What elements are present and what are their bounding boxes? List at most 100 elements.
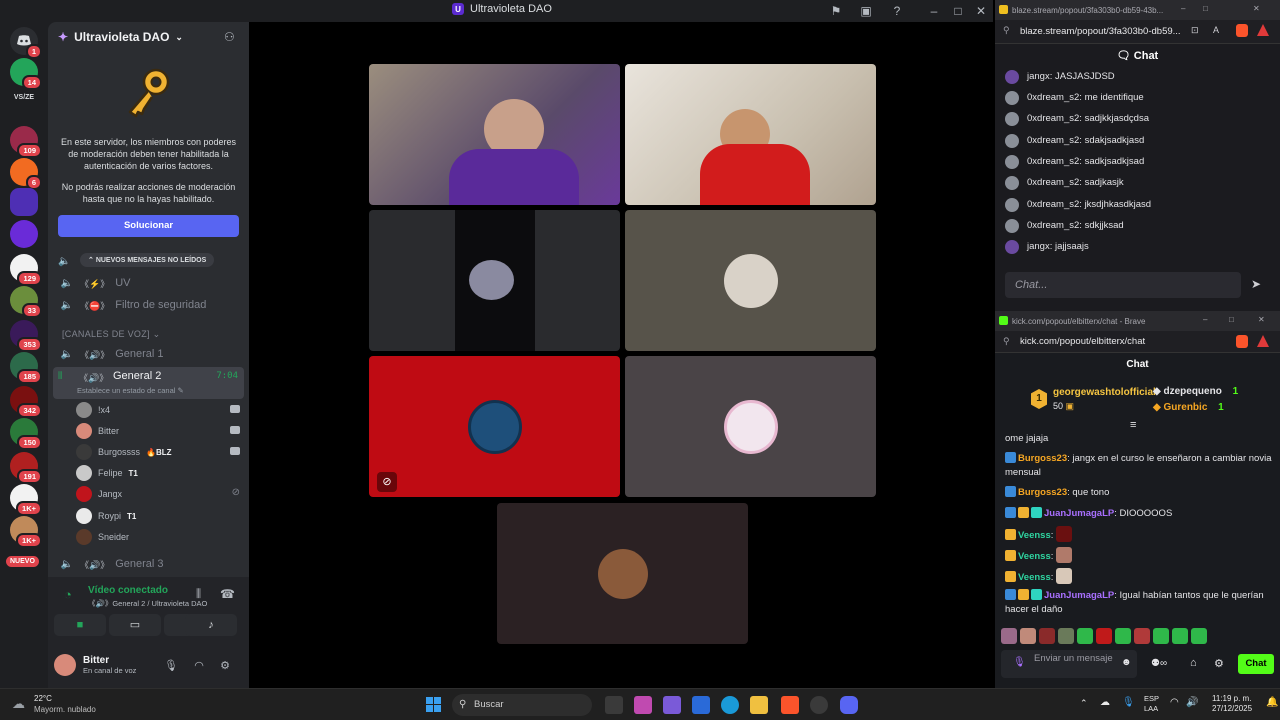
chat-username[interactable]: 0xdream_s2 (1027, 220, 1079, 231)
chat-username[interactable]: Veenss (1018, 551, 1051, 562)
gifter-name[interactable]: dzepequeno (1163, 386, 1221, 397)
video-tile[interactable] (369, 64, 620, 205)
maximize-icon[interactable]: □ (1229, 315, 1234, 324)
app-icon[interactable] (810, 696, 828, 714)
emote-icon[interactable] (1001, 628, 1017, 644)
settings-gear-icon[interactable]: ⚙ (218, 659, 232, 673)
chat-input[interactable]: 🎙 Enviar un mensaje ☻ (1001, 650, 1137, 678)
close-icon[interactable]: ✕ (1258, 315, 1265, 324)
store-app-icon[interactable] (692, 696, 710, 714)
user-panel[interactable]: Bitter En canal de voz (54, 649, 244, 681)
server-icon[interactable]: 185 (10, 352, 42, 384)
discord-home-icon[interactable]: 1 (10, 27, 42, 59)
weather-temp[interactable]: 22°C (34, 694, 52, 703)
share-icon[interactable]: ⊡ (1191, 25, 1199, 36)
language-layout[interactable]: LAA (1144, 704, 1158, 713)
file-explorer-icon[interactable] (750, 696, 768, 714)
clock-date[interactable]: 27/12/2025 (1212, 704, 1252, 713)
maximize-icon[interactable]: □ (1203, 4, 1208, 13)
tray-icon[interactable]: ☁ (1100, 697, 1110, 708)
voice-category[interactable]: [CANALES DE VOZ] ⌄ (62, 329, 160, 340)
headphones-icon[interactable]: ◠ (192, 659, 206, 673)
unread-messages-pill[interactable]: ⌃ NUEVOS MENSAJES NO LEÍDOS (80, 253, 215, 267)
address-bar[interactable]: ⚲ kick.com/popout/elbitterx/chat (995, 331, 1280, 353)
address-bar[interactable]: ⚲ blaze.stream/popout/3fa303b0-db59... ⊡… (995, 20, 1280, 44)
server-icon[interactable]: 6 (10, 158, 42, 190)
maximize-icon[interactable]: □ (950, 3, 966, 19)
server-icon[interactable]: 191 (10, 452, 42, 484)
brave-rewards-icon[interactable] (1257, 24, 1269, 36)
server-icon[interactable]: 150 (10, 418, 42, 450)
voice-channel-general-2[interactable]: ⫴ 《🔊》 General 2 7:04 Establece un estado… (53, 367, 244, 399)
server-icon[interactable]: 129 (10, 254, 42, 286)
voice-member[interactable]: Roypi T1 (76, 506, 240, 526)
video-tile[interactable] (625, 356, 876, 497)
edge-icon[interactable] (721, 696, 739, 714)
video-tile[interactable] (369, 210, 620, 351)
chat-username[interactable]: Veenss (1018, 530, 1051, 541)
noise-suppression-icon[interactable]: ⫼ (196, 588, 201, 601)
brave-icon[interactable] (781, 696, 799, 714)
collapse-icon[interactable]: ≡ (1130, 419, 1136, 431)
brave-rewards-icon[interactable] (1257, 335, 1269, 347)
inbox-icon[interactable]: ▣ (858, 3, 874, 19)
server-header[interactable]: ✦ Ultravioleta DAO ⌄ (58, 30, 183, 44)
taskbar-search[interactable]: ⚲ Buscar (452, 694, 592, 716)
top-gifter-name[interactable]: georgewashtolofficial (1053, 387, 1156, 398)
brave-shield-icon[interactable] (1236, 24, 1248, 37)
solve-button[interactable]: Solucionar (58, 215, 239, 237)
store-icon[interactable]: ⌂ (1190, 657, 1197, 669)
voice-channel-general-1[interactable]: 🔈 《🔊》 General 1 (58, 344, 244, 364)
volume-icon[interactable]: 🔊 (1186, 697, 1198, 708)
video-tile[interactable]: ⊘ (369, 356, 620, 497)
tab-title[interactable]: blaze.stream/popout/3fa303b0-db59-43b... (1012, 6, 1170, 15)
server-icon[interactable]: 14 (10, 58, 42, 90)
minimize-icon[interactable]: – (926, 3, 942, 19)
emote-icon[interactable] (1020, 628, 1036, 644)
chat-username[interactable]: Burgoss23 (1018, 453, 1067, 464)
chat-username[interactable]: 0xdream_s2 (1027, 156, 1079, 167)
minimize-icon[interactable]: – (1181, 4, 1185, 13)
language-indicator[interactable]: ESP (1144, 694, 1159, 703)
channel-filtro[interactable]: 🔈 《⛔》 Filtro de seguridad (58, 295, 244, 315)
chat-username[interactable]: 0xdream_s2 (1027, 113, 1079, 124)
voice-member[interactable]: Bitter (76, 421, 240, 441)
server-icon[interactable]: 33 (10, 286, 42, 318)
voice-channel-general-3[interactable]: 🔈 《🔊》 General 3 (58, 554, 244, 574)
chat-username[interactable]: jangx (1027, 241, 1050, 252)
tab-title[interactable]: kick.com/popout/elbitterx/chat - Brave (1012, 317, 1182, 326)
video-tile[interactable] (625, 64, 876, 205)
emote-icon[interactable] (1172, 628, 1188, 644)
screen-share-button[interactable]: ▭ (109, 614, 161, 636)
new-pill[interactable]: NUEVO (6, 556, 39, 567)
voice-member[interactable]: Burgossss 🔥BLZ (76, 442, 240, 462)
minimize-icon[interactable]: – (1203, 315, 1207, 324)
camera-button[interactable]: ■ (54, 614, 106, 636)
chat-username[interactable]: 0xdream_s2 (1027, 199, 1079, 210)
server-icon[interactable]: 1K+ (10, 516, 42, 548)
gifter-name[interactable]: Gurenbic (1163, 402, 1207, 413)
emoji-icon[interactable]: ☻ (1121, 657, 1132, 668)
chat-username[interactable]: JuanJumagaLP (1044, 590, 1114, 601)
weather-desc[interactable]: Mayorm. nublado (34, 705, 96, 714)
chat-username[interactable]: Burgoss23 (1018, 487, 1067, 498)
site-info-icon[interactable]: ⚲ (1003, 25, 1010, 36)
notifications-icon[interactable]: 🔔 (1266, 697, 1278, 708)
server-icon-active[interactable] (10, 188, 38, 216)
chat-username[interactable]: 0xdream_s2 (1027, 135, 1079, 146)
video-tile[interactable] (497, 503, 748, 644)
close-icon[interactable]: ✕ (1253, 4, 1260, 13)
discord-taskbar-icon[interactable] (840, 696, 858, 714)
flag-icon[interactable]: ⚑ (828, 3, 844, 19)
disconnect-icon[interactable]: ☎ (220, 587, 235, 601)
server-icon[interactable]: VS/ZE (10, 94, 38, 108)
help-icon[interactable]: ? (889, 3, 905, 19)
voice-member[interactable]: Sneider (76, 527, 240, 547)
voice-member[interactable]: !x4 (76, 400, 240, 420)
voice-connected-sub[interactable]: 《🔊》General 2 / Ultravioleta DAO (88, 598, 207, 609)
tray-chevron-icon[interactable]: ⌃ (1080, 698, 1088, 709)
voice-member[interactable]: Jangx ⊘ (76, 484, 240, 504)
voice-member[interactable]: Felipe T1 (76, 463, 240, 483)
wifi-icon[interactable]: ◠ (1170, 697, 1179, 708)
emote-icon[interactable] (1096, 628, 1112, 644)
